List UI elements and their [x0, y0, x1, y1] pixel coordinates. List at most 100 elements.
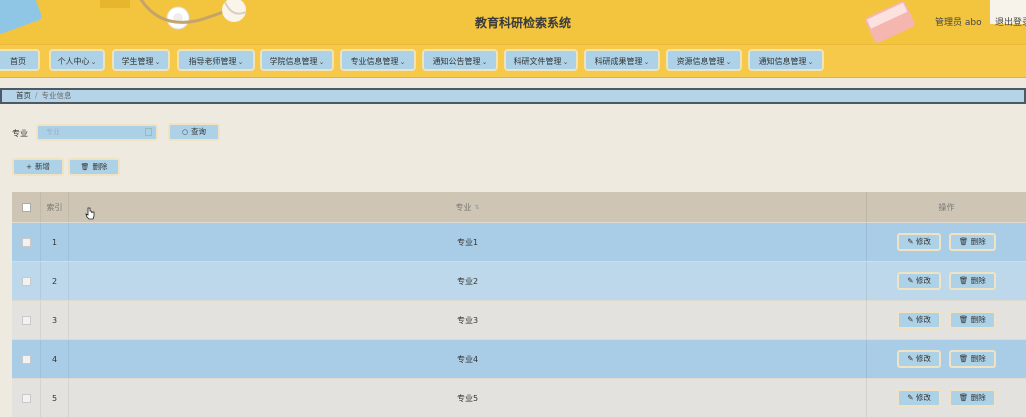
- search-placeholder: 专业: [46, 128, 60, 136]
- edit-button[interactable]: ✎ 修改: [897, 233, 941, 251]
- nav-item-label: 通知信息管理: [758, 57, 807, 66]
- delete-button[interactable]: 🗑 删除: [948, 350, 996, 368]
- row-index: 1: [40, 223, 68, 261]
- chevron-down-icon: ⌄: [643, 58, 650, 66]
- chevron-down-icon: ⌄: [562, 58, 569, 66]
- row-checkbox[interactable]: [21, 315, 31, 325]
- breadcrumb: 首页 / 专业信息: [0, 88, 1026, 104]
- edit-button-label: 修改: [915, 393, 931, 402]
- row-operations: ✎ 修改 🗑 删除: [866, 340, 1026, 378]
- admin-label: 管理员 abo: [935, 18, 982, 28]
- delete-button[interactable]: 🗑 删除: [948, 272, 996, 290]
- nav-item-research-result-management[interactable]: 科研成果管理⌄: [584, 49, 660, 71]
- table-row: 2 专业2 ✎ 修改 🗑 删除: [12, 261, 1026, 300]
- search-input[interactable]: 专业: [36, 124, 158, 141]
- add-button[interactable]: + 新增: [12, 158, 64, 176]
- plus-icon: +: [26, 163, 32, 171]
- chevron-down-icon: ⌄: [237, 58, 244, 66]
- edit-button-label: 修改: [915, 354, 931, 363]
- nav-item-label: 学生管理: [121, 57, 154, 66]
- row-major: 专业5: [68, 379, 866, 417]
- table-header: 索引 专业 ⇅ 操作: [12, 192, 1026, 222]
- delete-button[interactable]: 🗑 删除: [948, 233, 996, 251]
- chevron-down-icon: ⌄: [807, 58, 814, 66]
- edit-icon: ✎: [907, 237, 916, 246]
- nav-item-label: 专业信息管理: [350, 57, 399, 66]
- delete-button[interactable]: 🗑 删除: [948, 389, 996, 407]
- app-header: 教育科研检索系统 管理员 abo 退出登录: [0, 0, 1026, 44]
- delete-button-label: 删除: [970, 354, 986, 363]
- row-index: 2: [40, 262, 68, 300]
- delete-button-label: 删除: [970, 393, 986, 402]
- add-button-label: 新增: [34, 162, 50, 171]
- edit-button[interactable]: ✎ 修改: [897, 272, 941, 290]
- table-row: 5 专业5 ✎ 修改 🗑 删除: [12, 378, 1026, 417]
- edit-button-label: 修改: [915, 276, 931, 285]
- select-all-checkbox[interactable]: [21, 202, 31, 212]
- nav-item-teacher-management[interactable]: 指导老师管理⌄: [177, 49, 255, 71]
- chevron-down-icon: ⌄: [318, 58, 325, 66]
- nav-item-notice-management[interactable]: 通知公告管理⌄: [422, 49, 498, 71]
- nav-item-label: 科研成果管理: [594, 57, 643, 66]
- row-major: 专业1: [68, 223, 866, 261]
- header-checkbox-cell: [12, 192, 40, 222]
- header-index: 索引: [40, 192, 68, 222]
- table-row: 1 专业1 ✎ 修改 🗑 删除: [12, 222, 1026, 261]
- edit-button[interactable]: ✎ 修改: [897, 389, 941, 407]
- batch-delete-button[interactable]: 🗑 删除: [68, 158, 120, 176]
- edit-button-label: 修改: [915, 237, 931, 246]
- row-index: 5: [40, 379, 68, 417]
- nav-item-resource-management[interactable]: 资源信息管理⌄: [666, 49, 742, 71]
- chevron-down-icon: ⌄: [481, 58, 488, 66]
- row-index: 3: [40, 301, 68, 339]
- nav-item-label: 通知公告管理: [432, 57, 481, 66]
- row-checkbox-cell: [12, 223, 40, 261]
- search-icon: ○: [181, 128, 189, 136]
- delete-button-label: 删除: [970, 315, 986, 324]
- row-checkbox[interactable]: [21, 237, 31, 247]
- nav-item-home[interactable]: 首页: [0, 49, 40, 71]
- header-major-label: 专业: [455, 202, 472, 212]
- nav-item-label: 科研文件管理: [513, 57, 562, 66]
- nav-item-student-management[interactable]: 学生管理⌄: [112, 49, 170, 71]
- row-operations: ✎ 修改 🗑 删除: [866, 223, 1026, 261]
- breadcrumb-current: 专业信息: [41, 91, 72, 100]
- row-checkbox-cell: [12, 262, 40, 300]
- edit-button[interactable]: ✎ 修改: [897, 350, 941, 368]
- row-checkbox[interactable]: [21, 354, 31, 364]
- row-checkbox[interactable]: [21, 393, 31, 403]
- hand-cursor-icon: [85, 207, 95, 220]
- row-major: 专业2: [68, 262, 866, 300]
- trash-icon: 🗑: [80, 163, 90, 171]
- breadcrumb-home[interactable]: 首页: [16, 91, 31, 100]
- edit-icon: ✎: [907, 393, 916, 402]
- page-title: 教育科研检索系统: [474, 16, 571, 30]
- header-major[interactable]: 专业 ⇅: [68, 192, 866, 222]
- edit-button-label: 修改: [915, 315, 931, 324]
- nav-item-personal-center[interactable]: 个人中心⌄: [49, 49, 105, 71]
- search-button[interactable]: ○ 查询: [168, 123, 220, 141]
- header-operations: 操作: [866, 192, 1026, 222]
- nav-item-college-management[interactable]: 学院信息管理⌄: [260, 49, 334, 71]
- nav-item-label: 指导老师管理: [188, 57, 237, 66]
- search-label: 专业: [12, 129, 28, 138]
- nav-item-label: 学院信息管理: [269, 57, 318, 66]
- chevron-down-icon: ⌄: [154, 58, 161, 66]
- edit-icon: ✎: [907, 276, 916, 285]
- trash-icon: 🗑: [958, 276, 971, 285]
- nav-item-notification-management[interactable]: 通知信息管理⌄: [748, 49, 824, 71]
- sort-icon[interactable]: ⇅: [474, 204, 479, 211]
- trash-icon: 🗑: [958, 393, 971, 402]
- row-operations: ✎ 修改 🗑 删除: [866, 379, 1026, 417]
- nav-item-major-management[interactable]: 专业信息管理⌄: [340, 49, 416, 71]
- delete-button[interactable]: 🗑 删除: [948, 311, 996, 329]
- search-button-label: 查询: [191, 127, 207, 136]
- trash-icon: 🗑: [958, 315, 971, 324]
- logout-link[interactable]: 退出登录: [995, 15, 1026, 28]
- delete-button-label: 删除: [92, 162, 108, 171]
- nav-item-research-file-management[interactable]: 科研文件管理⌄: [504, 49, 578, 71]
- row-checkbox[interactable]: [21, 276, 31, 286]
- trash-icon: 🗑: [958, 354, 971, 363]
- edit-button[interactable]: ✎ 修改: [897, 311, 941, 329]
- chevron-down-icon: ⌄: [399, 58, 406, 66]
